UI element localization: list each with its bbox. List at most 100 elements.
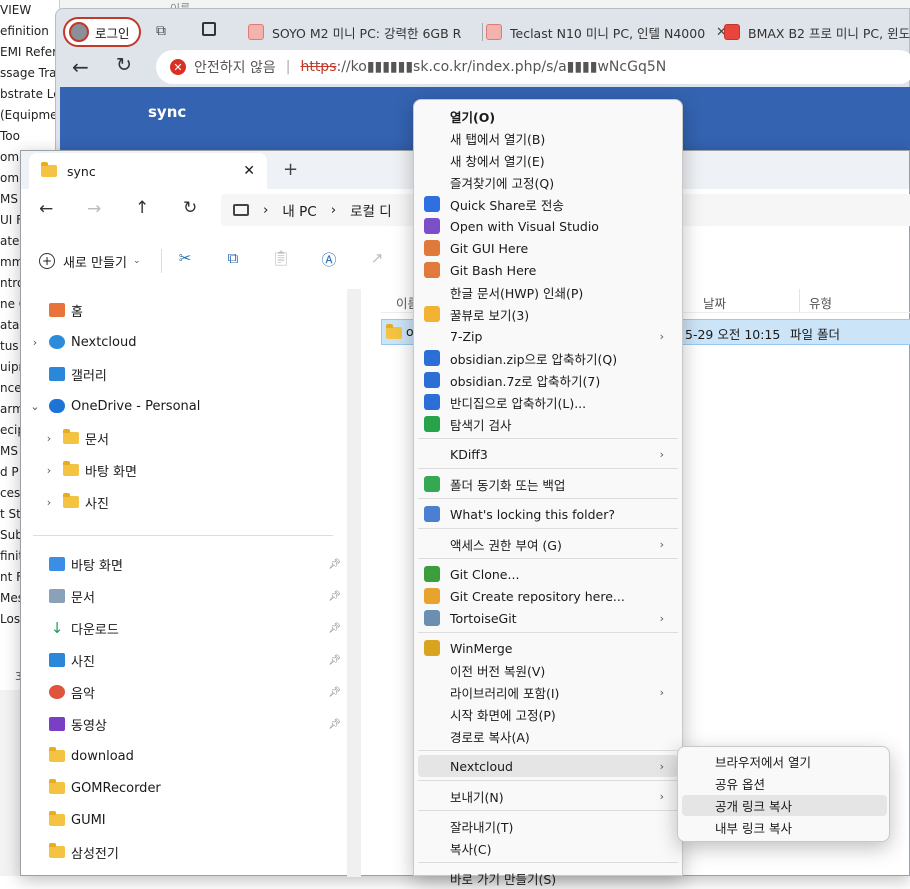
up-icon[interactable]: ↑: [135, 198, 149, 218]
share-icon[interactable]: ↗: [363, 249, 391, 273]
quick-access-documents[interactable]: 문서 📌︎: [21, 583, 347, 609]
menu-item[interactable]: Git Clone...: [418, 563, 678, 585]
sidebar-item-pictures[interactable]: › 사진: [21, 489, 347, 515]
menu-item-label: 반디집으로 압축하기(L)...: [450, 395, 587, 411]
profile-login-button[interactable]: 로그인: [63, 17, 141, 47]
back-icon[interactable]: ←: [39, 199, 53, 219]
menu-item[interactable]: Quick Share로 전송: [418, 193, 678, 215]
browser-tab[interactable]: Teclast N10 미니 PC, 인텔 N4000: [486, 15, 716, 49]
menu-separator: [418, 468, 678, 469]
menu-item[interactable]: 열기(O): [418, 105, 678, 127]
pin-icon[interactable]: 📌︎: [328, 719, 341, 730]
quick-access-pictures[interactable]: 사진 📌︎: [21, 647, 347, 673]
menu-item[interactable]: Open with Visual Studio: [418, 215, 678, 237]
menu-item[interactable]: obsidian.7z로 압축하기(7): [418, 369, 678, 391]
menu-item-label: TortoiseGit: [450, 610, 517, 626]
menu-item[interactable]: Nextcloud ›: [418, 755, 678, 777]
menu-item[interactable]: Git Bash Here: [418, 259, 678, 281]
breadcrumb-item[interactable]: 로컬 디: [350, 200, 392, 220]
quick-access-folder[interactable]: GOMRecorder: [21, 775, 347, 801]
chevron-down-icon[interactable]: ⌄: [21, 400, 49, 413]
menu-item[interactable]: 라이브러리에 포함(I) ›: [418, 681, 678, 703]
menu-item[interactable]: 새 창에서 열기(E): [418, 149, 678, 171]
sidebar-item-onedrive[interactable]: ⌄ OneDrive - Personal: [21, 393, 347, 419]
sidebar-item-desktop[interactable]: › 바탕 화면: [21, 457, 347, 483]
menu-item[interactable]: 바로 가기 만들기(S): [418, 867, 678, 889]
column-date[interactable]: 날짜: [703, 293, 726, 312]
quick-access-folder[interactable]: download: [21, 743, 347, 769]
submenu-copy-internal-link[interactable]: 내부 링크 복사: [682, 817, 887, 838]
explorer-tab[interactable]: sync ✕: [29, 153, 267, 189]
menu-item[interactable]: 시작 화면에 고정(P): [418, 703, 678, 725]
pin-icon[interactable]: 📌︎: [328, 655, 341, 666]
menu-item[interactable]: 탐색기 검사: [418, 413, 678, 435]
menu-item[interactable]: TortoiseGit ›: [418, 607, 678, 629]
menu-item[interactable]: KDiff3 ›: [418, 443, 678, 465]
menu-item[interactable]: 반디집으로 압축하기(L)...: [418, 391, 678, 413]
submenu-copy-public-link[interactable]: 공개 링크 복사: [682, 795, 887, 816]
submenu-open-in-browser[interactable]: 브라우저에서 열기: [682, 751, 887, 772]
sidebar-item-documents[interactable]: › 문서: [21, 425, 347, 451]
reload-icon[interactable]: ↻: [116, 54, 132, 76]
menu-item[interactable]: 폴더 동기화 또는 백업: [418, 473, 678, 495]
menu-item[interactable]: 한글 문서(HWP) 인쇄(P): [418, 281, 678, 303]
pin-icon[interactable]: 📌︎: [328, 559, 341, 570]
menu-item[interactable]: 7-Zip ›: [418, 325, 678, 347]
forward-icon[interactable]: →: [87, 199, 101, 219]
sidebar-item-gallery[interactable]: 갤러리: [21, 361, 347, 387]
cut-icon[interactable]: ✂: [171, 249, 199, 273]
chevron-right-icon[interactable]: ›: [21, 336, 49, 349]
quick-access-music[interactable]: 음악 📌︎: [21, 679, 347, 705]
browser-tab[interactable]: SOYO M2 미니 PC: 강력한 6GB R: [248, 15, 478, 49]
menu-item[interactable]: 즐겨찾기에 고정(Q): [418, 171, 678, 193]
menu-item[interactable]: Git GUI Here: [418, 237, 678, 259]
menu-item[interactable]: 꿀뷰로 보기(3): [418, 303, 678, 325]
quick-access-videos[interactable]: 동영상 📌︎: [21, 711, 347, 737]
tab-actions-icon[interactable]: ⧉: [156, 23, 166, 39]
chevron-right-icon[interactable]: ›: [35, 496, 63, 509]
menu-item[interactable]: 잘라내기(T): [418, 815, 678, 837]
menu-item[interactable]: Git Create repository here...: [418, 585, 678, 607]
menu-item[interactable]: 복사(C): [418, 837, 678, 859]
quick-access-desktop[interactable]: 바탕 화면 📌︎: [21, 551, 347, 577]
sidebar-item-nextcloud[interactable]: › Nextcloud: [21, 329, 347, 355]
sidebar-item-home[interactable]: 홈: [21, 297, 347, 323]
browser-tab[interactable]: BMAX B2 프로 미니 PC, 윈도우: [724, 15, 910, 49]
menu-item[interactable]: WinMerge: [418, 637, 678, 659]
onedrive-cloud-icon: [49, 399, 65, 413]
menu-item[interactable]: What's locking this folder?: [418, 503, 678, 525]
menu-item[interactable]: 이전 버전 복원(V): [418, 659, 678, 681]
login-label: 로그인: [95, 25, 130, 41]
column-type[interactable]: 유형: [809, 293, 832, 312]
copy-icon[interactable]: ⧉: [219, 249, 247, 273]
back-icon[interactable]: ←: [72, 55, 89, 79]
paste-icon[interactable]: 📋︎: [267, 249, 295, 273]
quick-access-folder[interactable]: 삼성전기: [21, 839, 347, 865]
folder-icon: [49, 843, 65, 858]
address-bar[interactable]: ✕ 안전하지 않음 | https ://ko▮▮▮▮▮▮sk.co.kr/in…: [156, 50, 910, 84]
menu-item[interactable]: 보내기(N) ›: [418, 785, 678, 807]
tab-close-icon[interactable]: ✕: [243, 163, 255, 179]
chevron-right-icon[interactable]: ›: [35, 464, 63, 477]
vertical-tabs-icon[interactable]: [202, 22, 216, 36]
submenu-share-options[interactable]: 공유 옵션: [682, 773, 887, 794]
quick-access-downloads[interactable]: ↓ 다운로드 📌︎: [21, 615, 347, 641]
menu-item[interactable]: 액세스 권한 부여 (G) ›: [418, 533, 678, 555]
menu-item[interactable]: obsidian.zip으로 압축하기(Q): [418, 347, 678, 369]
plus-icon: +: [39, 253, 55, 269]
sidebar-scrollbar[interactable]: [347, 289, 361, 877]
pin-icon[interactable]: 📌︎: [328, 687, 341, 698]
menu-item[interactable]: 경로로 복사(A): [418, 725, 678, 747]
new-tab-icon[interactable]: +: [283, 159, 298, 180]
breadcrumb-item[interactable]: 내 PC: [282, 200, 316, 220]
quick-access-folder[interactable]: GUMI: [21, 807, 347, 833]
rename-icon[interactable]: Ⓐ: [315, 249, 343, 273]
refresh-icon[interactable]: ↻: [183, 198, 197, 218]
new-button[interactable]: + 새로 만들기 ⌄: [39, 247, 149, 275]
pin-icon[interactable]: 📌︎: [328, 623, 341, 634]
git-bash-icon: [424, 262, 440, 278]
background-list-item: efinition: [0, 24, 49, 38]
menu-item[interactable]: 새 탭에서 열기(B): [418, 127, 678, 149]
chevron-right-icon[interactable]: ›: [35, 432, 63, 445]
pin-icon[interactable]: 📌︎: [328, 591, 341, 602]
